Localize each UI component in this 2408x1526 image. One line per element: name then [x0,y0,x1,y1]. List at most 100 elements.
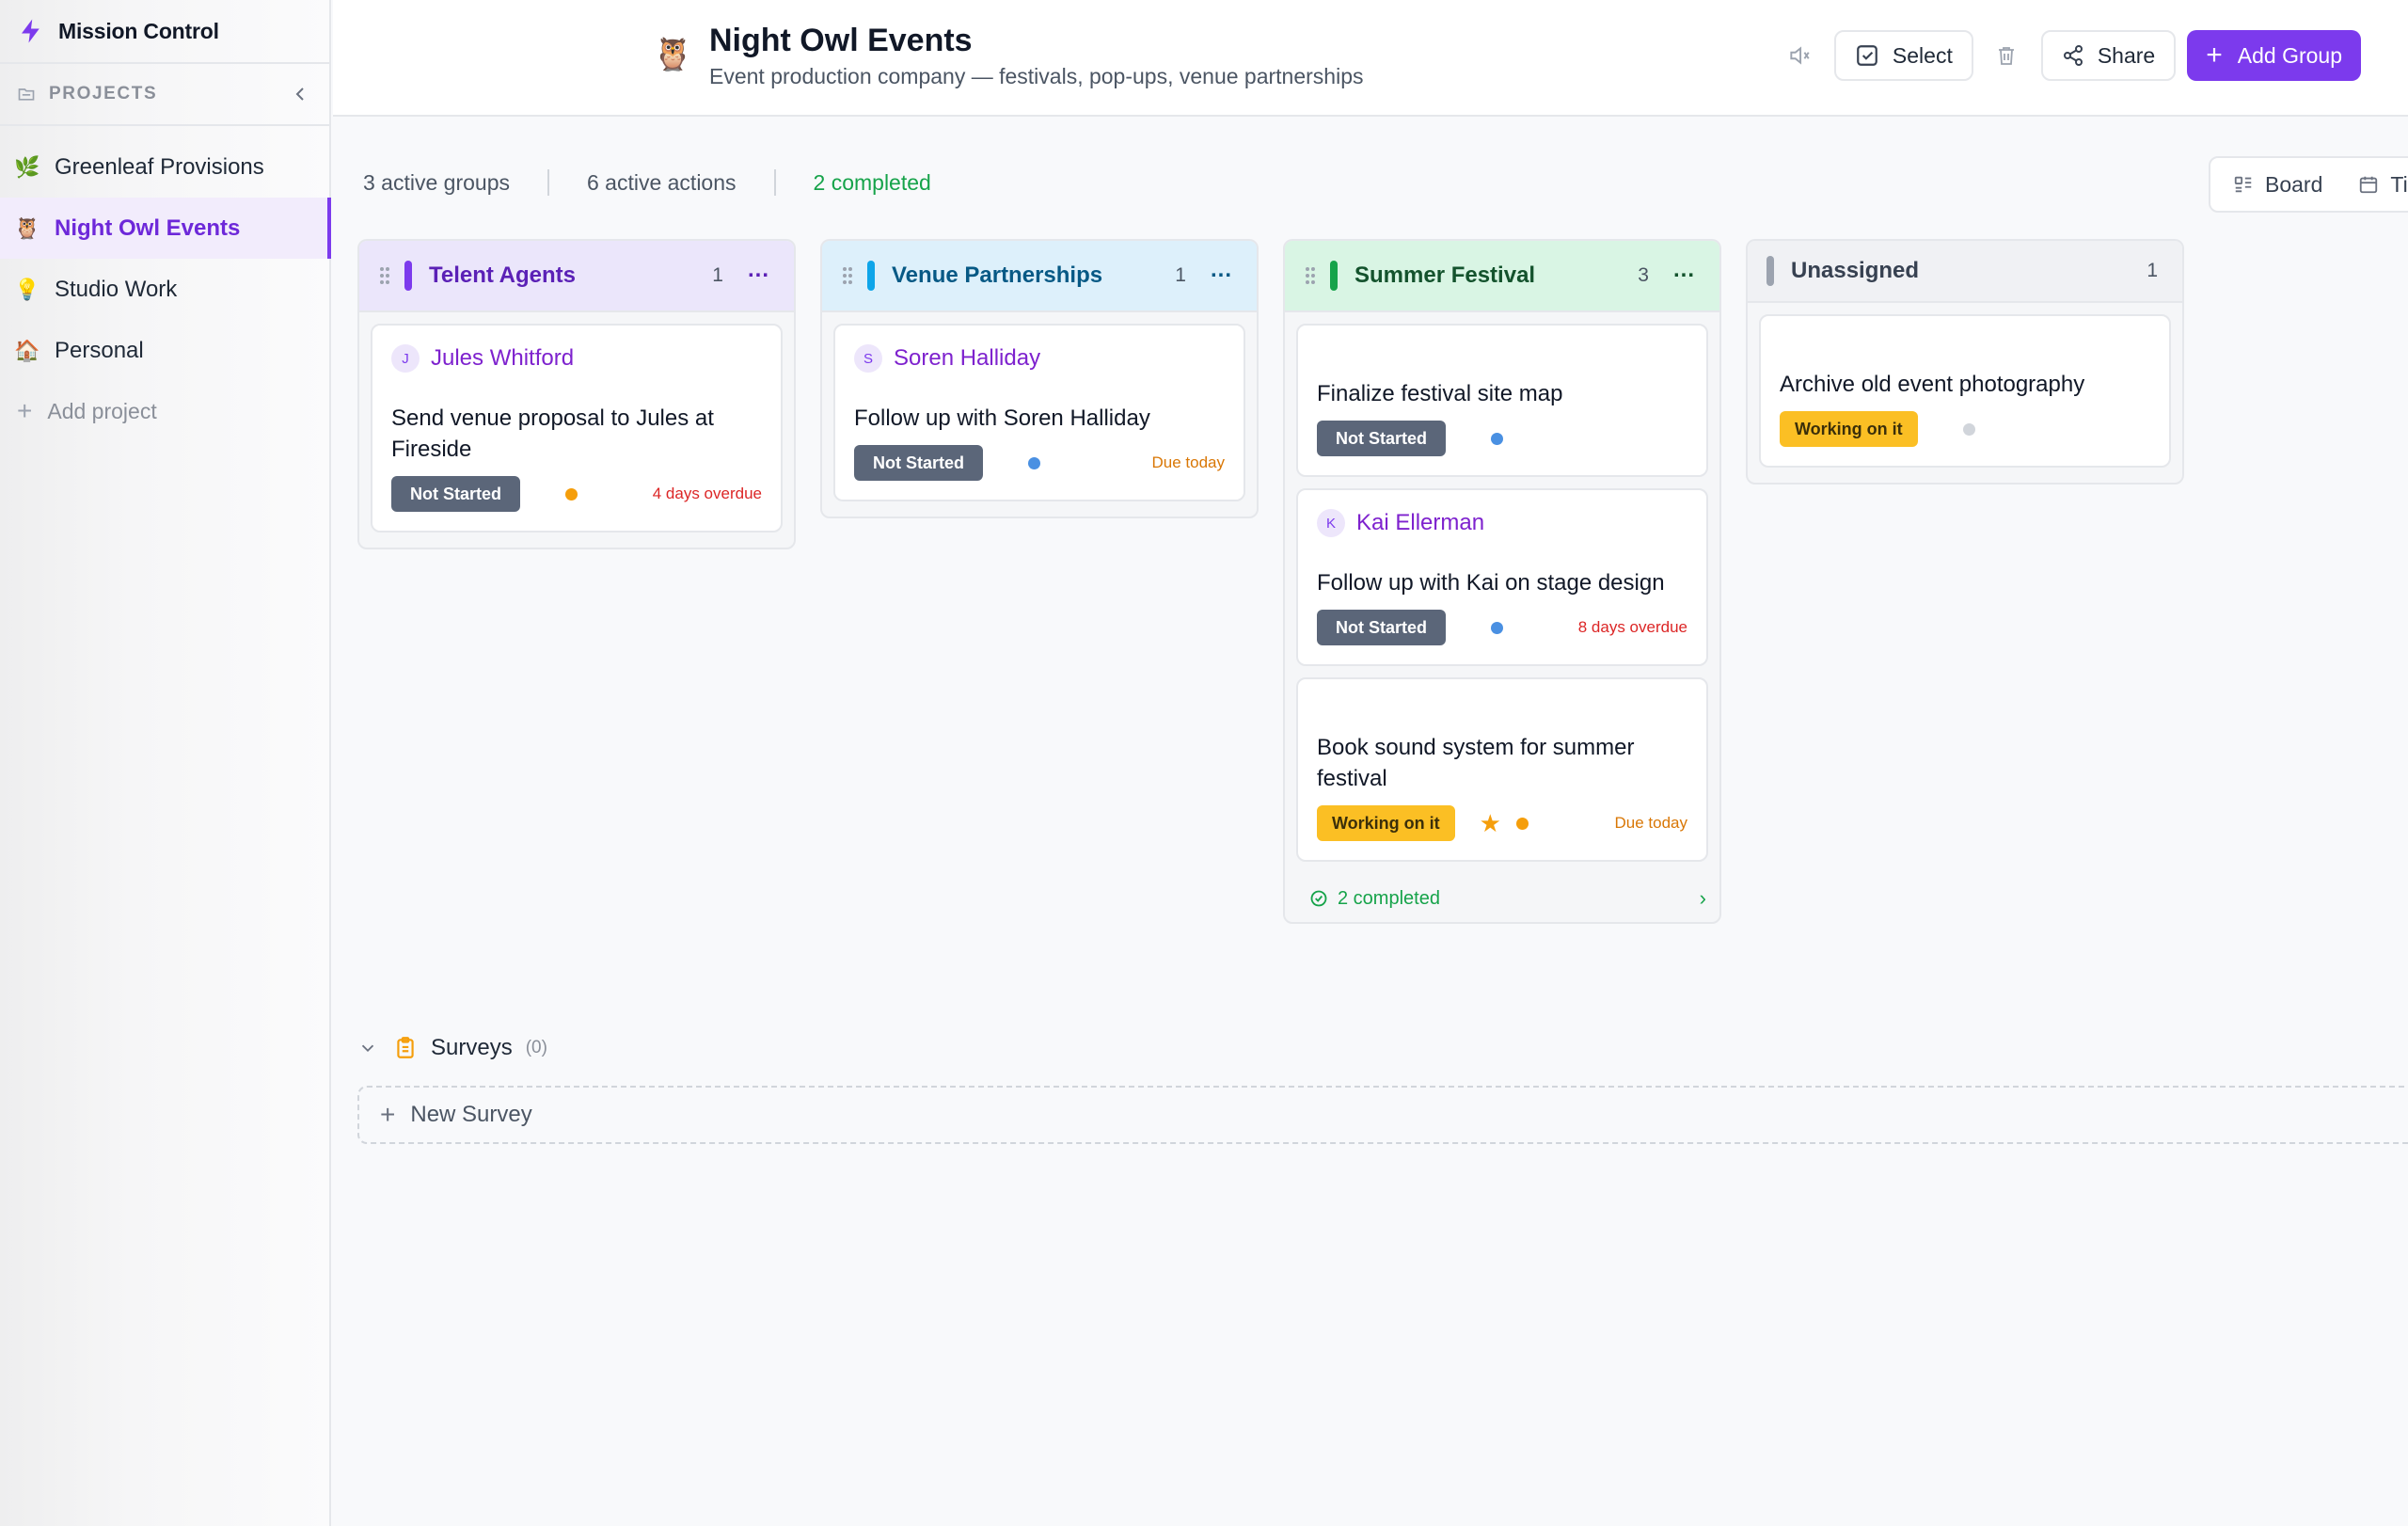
view-toggle: Board Ti [2209,156,2408,213]
priority-dot[interactable] [1962,422,1975,436]
status-badge[interactable]: Not Started [1317,421,1447,456]
surveys-count: (0) [525,1038,547,1057]
card-spacer [1317,342,1687,378]
group-color-bar [404,261,412,291]
group-header[interactable]: Telent Agents 1 ... [359,241,794,312]
contact-name[interactable]: Soren Halliday [894,345,1040,372]
board-icon [2234,176,2252,193]
timeline-view-button[interactable]: Ti [2358,172,2408,198]
owl-icon: 🦉 [14,215,40,240]
card-spacer [1780,333,2150,369]
action-card[interactable]: Archive old event photography Working on… [1759,314,2171,468]
app-name: Mission Control [58,18,219,43]
priority-dot[interactable] [565,487,578,501]
group-count: 1 [2147,260,2158,281]
status-badge[interactable]: Not Started [391,476,521,512]
priority-dot[interactable] [1491,432,1504,445]
avatar: K [1317,509,1345,537]
brand[interactable]: Mission Control [0,0,329,64]
group-count: 3 [1638,264,1649,286]
status-badge[interactable]: Not Started [1317,610,1447,645]
card-spacer [1317,696,1687,732]
sidebar: Mission Control PROJECTS 🌿 Greenleaf Pro… [0,0,331,1526]
status-badge[interactable]: Working on it [1317,805,1455,841]
folder-icon [18,88,35,101]
page-subtitle: Event production company — festivals, po… [709,64,1364,88]
sidebar-item-studio-work[interactable]: 💡 Studio Work [0,259,329,320]
projects-header: PROJECTS [0,64,329,126]
new-survey-label: New Survey [410,1102,532,1127]
active-groups-stat: 3 active groups [363,169,510,195]
drag-handle-icon[interactable] [1304,265,1317,286]
share-icon [2063,45,2083,66]
action-title: Follow up with Soren Halliday [854,405,1150,431]
group-color-bar [1766,256,1774,286]
board-view-button[interactable]: Board [2233,172,2322,198]
drag-handle-icon[interactable] [841,265,854,286]
contact-row[interactable]: S Soren Halliday [854,342,1225,374]
select-label: Select [1892,42,1953,68]
select-button[interactable]: Select [1833,30,1973,81]
sidebar-item-greenleaf-provisions[interactable]: 🌿 Greenleaf Provisions [0,136,329,198]
add-project-button[interactable]: + Add project [0,381,329,441]
action-card[interactable]: K Kai Ellerman Follow up with Kai on sta… [1296,488,1708,666]
contact-row[interactable]: K Kai Ellerman [1317,507,1687,539]
star-icon[interactable]: ★ [1480,811,1501,835]
mute-button[interactable] [1778,30,1821,81]
action-card[interactable]: Finalize festival site map Not Started [1296,324,1708,477]
house-icon: 🏠 [14,338,40,362]
project-label: Greenleaf Provisions [55,153,264,180]
contact-name[interactable]: Kai Ellerman [1356,510,1484,536]
contact-name[interactable]: Jules Whitford [431,345,574,372]
status-badge[interactable]: Not Started [854,445,984,481]
more-options-icon[interactable]: ... [748,259,769,281]
contact-row[interactable]: J Jules Whitford [391,342,762,374]
action-card[interactable]: J Jules Whitford Send venue proposal to … [371,324,783,533]
toolbar: Select Share + Add Group [1778,30,2361,81]
sidebar-item-night-owl-events[interactable]: 🦉 Night Owl Events [0,198,331,259]
page-title: Night Owl Events [709,23,973,58]
avatar: S [854,344,882,373]
plus-icon: + [380,1100,396,1129]
add-project-label: Add project [47,398,157,423]
sidebar-item-personal[interactable]: 🏠 Personal [0,320,329,381]
add-group-button[interactable]: + Add Group [2187,30,2361,81]
drag-handle-icon[interactable] [378,265,391,286]
leaf-icon: 🌿 [14,154,40,179]
priority-dot[interactable] [1491,621,1504,634]
action-card[interactable]: S Soren Halliday Follow up with Soren Ha… [833,324,1245,501]
collapse-sidebar-icon[interactable] [290,83,312,105]
plus-icon: + [17,396,33,425]
group-header[interactable]: Summer Festival 3 ... [1285,241,1719,312]
priority-dot[interactable] [1028,456,1041,469]
group-header[interactable]: Unassigned 1 [1748,241,2182,303]
share-button[interactable]: Share [2040,30,2177,81]
surveys-section-header[interactable]: Surveys (0) [357,1035,547,1061]
due-label: Due today [1151,453,1226,471]
group-name: Summer Festival [1354,262,1536,288]
check-circle-icon [1310,890,1327,907]
completed-stat[interactable]: 2 completed [814,170,931,196]
project-label: Night Owl Events [55,215,241,241]
more-options-icon[interactable]: ... [1211,259,1232,281]
due-label: 4 days overdue [652,485,762,502]
status-badge[interactable]: Working on it [1780,411,1918,447]
more-options-icon[interactable]: ... [1673,259,1695,281]
group-header[interactable]: Venue Partnerships 1 ... [822,241,1257,312]
delete-button[interactable] [1985,30,2028,81]
plus-icon: + [2206,40,2223,71]
action-title: Finalize festival site map [1317,381,1563,406]
top-bar: 🦉 Night Owl Events Event production comp… [333,0,2408,117]
action-card[interactable]: Book sound system for summer festival Wo… [1296,677,1708,862]
group-name: Venue Partnerships [892,262,1103,288]
new-survey-button[interactable]: + New Survey [357,1086,2408,1144]
completed-toggle[interactable]: 2 completed › [1285,877,1719,922]
group-name: Unassigned [1791,258,1920,283]
priority-dot[interactable] [1515,817,1529,830]
lightbulb-icon: 💡 [14,277,40,301]
group-column-venue-partnerships: Venue Partnerships 1 ... S Soren Hallida… [820,239,1259,518]
project-label: Personal [55,337,144,363]
projects-label: PROJECTS [49,84,158,103]
group-color-bar [1330,261,1338,291]
group-column-summer-festival: Summer Festival 3 ... Finalize festival … [1283,239,1721,924]
